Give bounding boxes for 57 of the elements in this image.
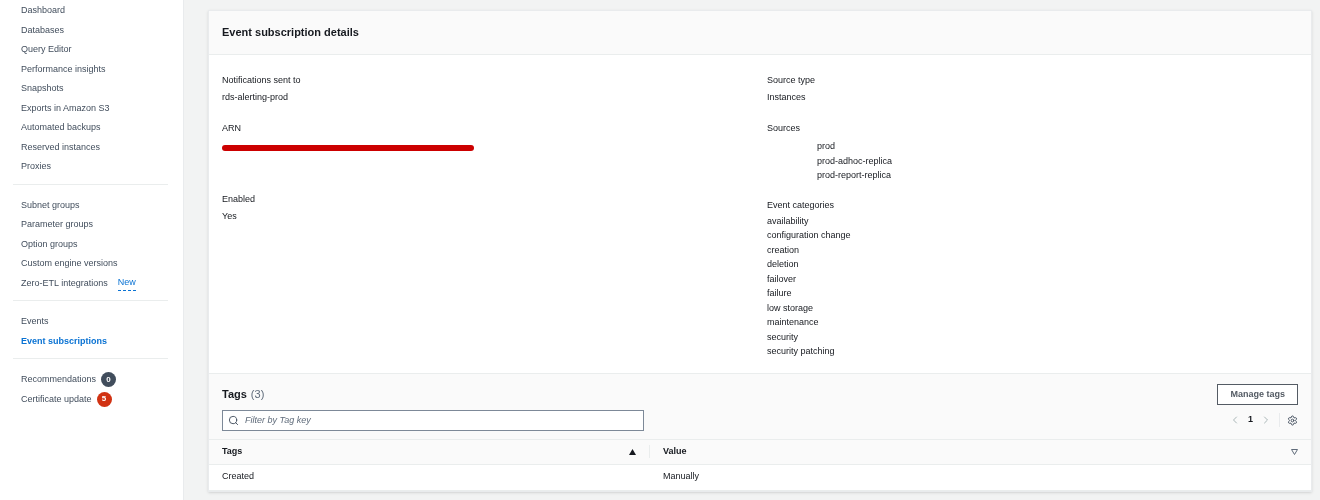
category-item: maintenance xyxy=(767,316,820,329)
nav-link[interactable]: Exports in Amazon S3 xyxy=(21,101,110,115)
category-item: security xyxy=(767,330,799,344)
nav-link[interactable]: Parameter groups xyxy=(21,218,94,232)
new-tag: New xyxy=(117,276,136,291)
category-item: security patching xyxy=(767,345,836,358)
category-item: low storage xyxy=(767,301,815,315)
filter-field[interactable]: Filter by Tag key xyxy=(222,409,644,431)
nav-link[interactable]: Recommendations xyxy=(21,373,97,387)
category-item: creation xyxy=(767,243,801,257)
sort-down-icon[interactable] xyxy=(1291,448,1298,455)
table-cell-text: Manually xyxy=(662,470,701,484)
category-item: failover xyxy=(767,272,797,286)
field-value: Instances xyxy=(767,91,807,104)
field-label: Sources xyxy=(767,122,802,135)
nav-link[interactable]: Zero-ETL integrations xyxy=(21,276,108,290)
field-value: rds-alerting-prod xyxy=(222,91,290,104)
nav-link[interactable]: Dashboard xyxy=(21,4,66,18)
field-label: ARN xyxy=(222,122,242,135)
page-number[interactable]: 1 xyxy=(1248,413,1253,427)
nav-link[interactable]: Events xyxy=(21,315,49,329)
category-item: availability xyxy=(767,214,810,228)
nav-link[interactable]: Subnet groups xyxy=(21,198,80,212)
nav-link[interactable]: Option groups xyxy=(21,237,78,251)
nav-link[interactable]: Snapshots xyxy=(21,82,64,96)
column-header[interactable]: Tags xyxy=(222,444,243,459)
field-label: Enabled xyxy=(222,193,257,206)
source-item: prod-report-replica xyxy=(817,169,893,182)
field-value: Yes xyxy=(222,210,238,223)
field-label: Source type xyxy=(767,74,817,87)
nav-link[interactable]: Query Editor xyxy=(21,43,72,57)
source-item: prod-adhoc-replica xyxy=(817,154,894,168)
field-label: Notifications sent to xyxy=(222,74,302,87)
sort-up-icon[interactable] xyxy=(629,448,636,455)
manage-tags-button[interactable]: Manage tags xyxy=(1217,384,1298,405)
column-header[interactable]: Value xyxy=(663,444,687,459)
section-title: Tags xyxy=(222,387,247,402)
category-item: failure xyxy=(767,287,793,300)
card-title: Event subscription details xyxy=(222,25,359,41)
table-cell-text: Created xyxy=(221,470,256,484)
search-icon xyxy=(228,414,239,426)
nav-link[interactable]: Automated backups xyxy=(21,121,101,135)
count-badge: 0 xyxy=(101,372,117,388)
nav-link[interactable]: Reserved instances xyxy=(21,140,101,154)
tag-count: (3) xyxy=(250,387,265,402)
settings-icon[interactable] xyxy=(1287,414,1298,426)
count-badge: 5 xyxy=(96,391,112,407)
nav-link[interactable]: Proxies xyxy=(21,160,51,174)
field-label: Event categories xyxy=(767,198,836,212)
nav-link[interactable]: Custom engine versions xyxy=(21,257,118,271)
nav-link[interactable]: Performance insights xyxy=(21,62,106,76)
category-item: deletion xyxy=(767,258,800,271)
category-item: configuration change xyxy=(767,229,852,242)
source-item: prod xyxy=(817,140,836,153)
nav-link[interactable]: Databases xyxy=(21,23,65,37)
nav-link[interactable]: Certificate update xyxy=(21,392,92,406)
nav-link[interactable]: Event subscriptions xyxy=(21,334,108,348)
